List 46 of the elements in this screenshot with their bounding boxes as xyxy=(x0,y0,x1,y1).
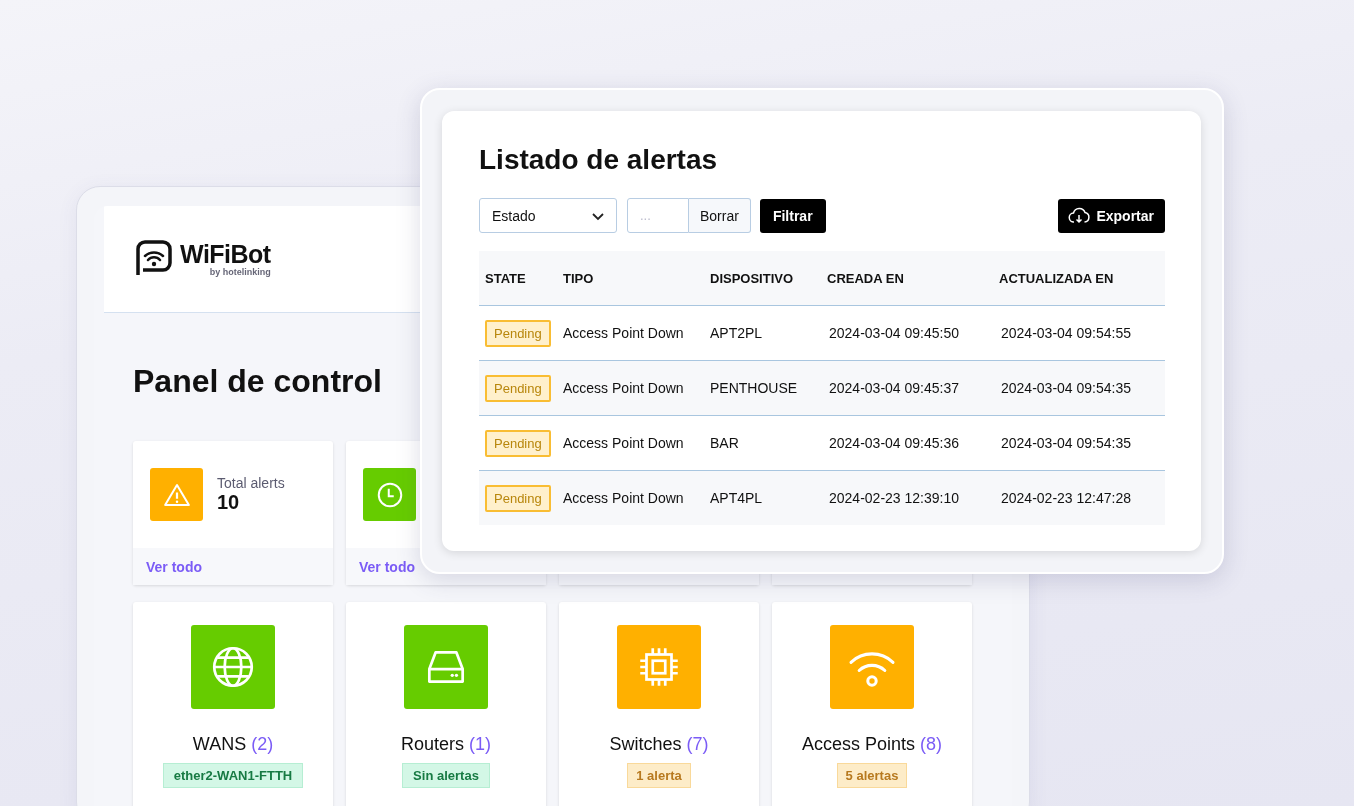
table-cell: 2024-02-23 12:47:28 xyxy=(993,470,1165,525)
page-title: Panel de control xyxy=(133,362,382,401)
table-cell: 2024-03-04 09:54:35 xyxy=(993,415,1165,471)
table-cell: 2024-03-04 09:45:36 xyxy=(821,415,993,471)
table-cell: APT4PL xyxy=(704,470,821,525)
table-cell: APT2PL xyxy=(704,305,821,361)
table-cell: 2024-03-04 09:54:35 xyxy=(993,360,1165,416)
column-header: STATE xyxy=(479,251,557,306)
table-cell: PENTHOUSE xyxy=(704,360,821,416)
column-header: DISPOSITIVO xyxy=(704,251,821,306)
logo-byline: by hotelinking xyxy=(209,267,271,277)
device-type-title: Access Points (8) xyxy=(801,733,942,755)
state-badge: Pending xyxy=(485,484,551,512)
state-badge: Pending xyxy=(485,374,551,402)
clear-button[interactable]: Borrar xyxy=(689,198,751,233)
state-badge: Pending xyxy=(485,319,551,347)
status-badge: ether2-WAN1-FTTH xyxy=(162,763,304,788)
table-cell: BAR xyxy=(704,415,821,471)
table-cell: Access Point Down xyxy=(557,305,704,361)
device-type-title: Routers (1) xyxy=(401,733,491,755)
device-type-title: Switches (7) xyxy=(609,733,709,755)
column-header: CREADA EN xyxy=(821,251,993,306)
column-header: TIPO xyxy=(557,251,704,306)
stat-value: 10 xyxy=(217,491,241,514)
table-cell: 2024-03-04 09:45:50 xyxy=(821,305,993,361)
table-cell: 2024-03-04 09:45:37 xyxy=(821,360,993,416)
table-cell: Access Point Down xyxy=(557,470,704,525)
stat-label: Total alerts xyxy=(217,475,285,491)
logo-wordmark: WiFiBot xyxy=(180,241,271,267)
search-field[interactable]: ... xyxy=(627,198,689,233)
table-cell: 2024-03-04 09:54:55 xyxy=(993,305,1165,361)
state-dropdown[interactable]: Estado xyxy=(479,198,617,233)
device-type-title: WANS (2) xyxy=(192,733,274,755)
status-badge: 1 alerta xyxy=(627,763,691,788)
panel-title: Listado de alertas xyxy=(479,143,719,177)
state-badge: Pending xyxy=(485,429,551,457)
status-badge: 5 alertas xyxy=(836,763,908,788)
column-header: ACTUALIZADA EN xyxy=(993,251,1165,306)
view-all-link[interactable]: Ver todo xyxy=(359,558,415,575)
table-cell: Access Point Down xyxy=(557,415,704,471)
filter-button[interactable]: Filtrar xyxy=(759,198,826,233)
table-cell: 2024-02-23 12:39:10 xyxy=(821,470,993,525)
status-badge: Sin alertas xyxy=(402,763,490,788)
view-all-link[interactable]: Ver todo xyxy=(146,558,202,575)
table-cell: Access Point Down xyxy=(557,360,704,416)
export-button[interactable]: Exportar xyxy=(1058,198,1165,233)
